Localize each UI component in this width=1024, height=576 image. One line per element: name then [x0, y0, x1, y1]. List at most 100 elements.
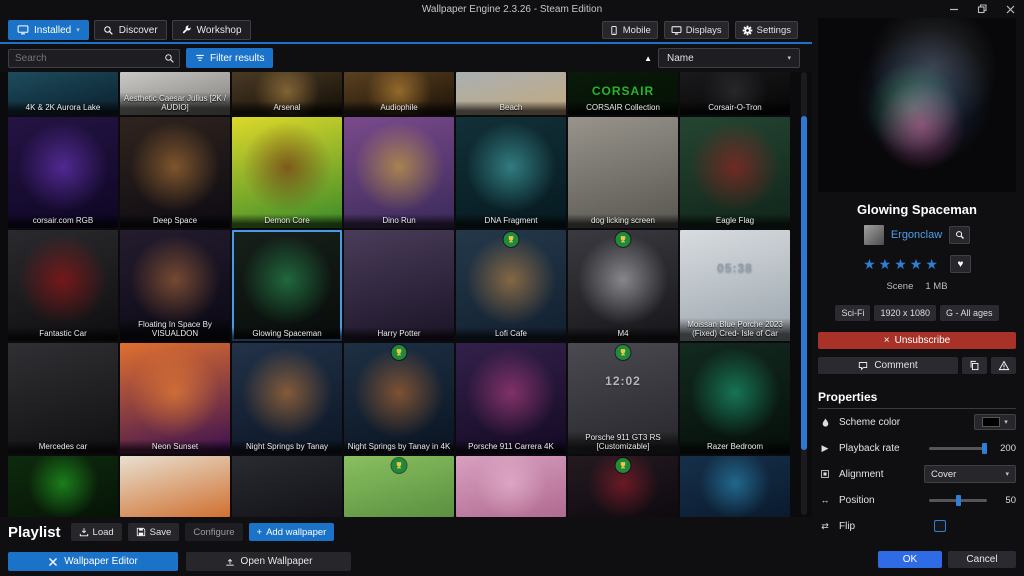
wallpaper-tile[interactable]: Porsche 911 Carrera 4K: [456, 343, 566, 454]
wallpaper-grid-area: 4K & 2K Aurora LakeAesthetic Caesar Juli…: [0, 72, 812, 517]
playback-rate-slider[interactable]: [929, 447, 987, 450]
wallpaper-tile[interactable]: CORSAIRCORSAIR Collection: [568, 72, 678, 115]
property-label: Alignment: [839, 469, 917, 480]
slider-handle[interactable]: [982, 443, 987, 454]
tab-bar: Installed ▾ Discover Workshop Mobile: [0, 18, 812, 44]
wallpaper-label: corsair.com RGB: [8, 214, 118, 228]
wallpaper-tile[interactable]: Night Springs by Tanay: [232, 343, 342, 454]
displays-button[interactable]: Displays: [664, 21, 729, 39]
wallpaper-tile[interactable]: 12:02Porsche 911 GT3 RS [Customizable]: [568, 343, 678, 454]
star-icon[interactable]: ★: [894, 256, 910, 273]
wallpaper-tile[interactable]: corsair.com RGB: [8, 117, 118, 228]
wallpaper-tile[interactable]: Demon Core: [232, 117, 342, 228]
unsubscribe-button[interactable]: × Unsubscribe: [818, 332, 1016, 349]
author-search-button[interactable]: [949, 226, 970, 244]
alignment-dropdown[interactable]: Cover ▾: [924, 465, 1016, 483]
star-icon[interactable]: ★: [910, 256, 926, 273]
ok-button[interactable]: OK: [878, 551, 942, 568]
wallpaper-preview-image: [818, 18, 1016, 192]
report-button[interactable]: [991, 357, 1016, 374]
wallpaper-tile[interactable]: [456, 456, 566, 517]
tab-discover[interactable]: Discover: [94, 20, 167, 40]
wallpaper-tile[interactable]: dog licking screen: [568, 117, 678, 228]
button-label: Load: [93, 527, 114, 538]
restore-button[interactable]: [968, 1, 996, 17]
save-icon: [136, 527, 146, 537]
settings-button[interactable]: Settings: [735, 21, 798, 39]
minimize-button[interactable]: [940, 1, 968, 17]
search-icon[interactable]: [164, 53, 175, 64]
tab-workshop[interactable]: Workshop: [172, 20, 251, 40]
copy-button[interactable]: [962, 357, 987, 374]
wallpaper-tile[interactable]: Aesthetic Caesar Julius [2K / AUDIO]: [120, 72, 230, 115]
sort-direction-button[interactable]: ▲: [644, 54, 652, 63]
wallpaper-tile[interactable]: [232, 456, 342, 517]
wallpaper-label: CORSAIR Collection: [568, 101, 678, 115]
wallpaper-tile[interactable]: [8, 456, 118, 517]
comment-button[interactable]: Comment: [818, 357, 958, 374]
wallpaper-tile[interactable]: Eagle Flag: [680, 117, 790, 228]
wallpaper-tile[interactable]: Mercedes car: [8, 343, 118, 454]
wallpaper-editor-button[interactable]: Wallpaper Editor: [8, 552, 178, 571]
scrollbar-track[interactable]: [801, 72, 807, 515]
filter-results-button[interactable]: Filter results: [186, 48, 273, 68]
position-slider[interactable]: [929, 499, 987, 502]
star-icon[interactable]: ★: [863, 256, 879, 273]
trophy-badge-icon: [392, 345, 407, 360]
scrollbar-thumb[interactable]: [801, 116, 807, 450]
add-wallpaper-button[interactable]: + Add wallpaper: [249, 523, 335, 541]
author-avatar[interactable]: [864, 225, 884, 245]
wallpaper-tile[interactable]: Deep Space: [120, 117, 230, 228]
playlist-load-button[interactable]: Load: [71, 523, 122, 541]
author-link[interactable]: Ergonclaw: [891, 229, 942, 241]
wallpaper-tile[interactable]: Glowing Spaceman: [232, 230, 342, 341]
wallpaper-tile[interactable]: Floating In Space By VISUALDON: [120, 230, 230, 341]
wallpaper-tile[interactable]: Fantastic Car: [8, 230, 118, 341]
flip-checkbox[interactable]: [934, 520, 946, 532]
flip-icon: ⇄: [818, 521, 832, 532]
wallpaper-tile[interactable]: Corsair-O-Tron: [680, 72, 790, 115]
alignment-value: Cover: [931, 469, 956, 480]
mobile-button[interactable]: Mobile: [602, 21, 658, 39]
wallpaper-tile[interactable]: [344, 456, 454, 517]
playlist-save-button[interactable]: Save: [128, 523, 180, 541]
wallpaper-tile[interactable]: Arsenal: [232, 72, 342, 115]
wallpaper-label: Harry Potter: [344, 327, 454, 341]
wallpaper-tile[interactable]: DNA Fragment: [456, 117, 566, 228]
star-icon[interactable]: ★: [879, 256, 895, 273]
wallpaper-tile[interactable]: [120, 456, 230, 517]
tab-installed[interactable]: Installed ▾: [8, 20, 89, 40]
wallpaper-tile[interactable]: Night Springs by Tanay in 4K: [344, 343, 454, 454]
wallpaper-tile[interactable]: Audiophile: [344, 72, 454, 115]
playlist-configure-button[interactable]: Configure: [185, 523, 242, 541]
wallpaper-label: Razer Bedroom: [680, 440, 790, 454]
property-playback-rate: ▶ Playback rate 200: [818, 435, 1016, 461]
favorite-button[interactable]: ♥: [950, 255, 971, 273]
wallpaper-tile[interactable]: Razer Bedroom: [680, 343, 790, 454]
slider-handle[interactable]: [956, 495, 961, 506]
wallpaper-tile[interactable]: [568, 456, 678, 517]
wallpaper-tile[interactable]: 05:38Moissan Blue Porche 2023 (Fixed) Cr…: [680, 230, 790, 341]
browser-pane: Installed ▾ Discover Workshop Mobile: [0, 18, 812, 576]
wallpaper-tile[interactable]: 4K & 2K Aurora Lake: [8, 72, 118, 115]
close-button[interactable]: [996, 1, 1024, 17]
wallpaper-tile[interactable]: [680, 456, 790, 517]
wallpaper-label: Night Springs by Tanay: [232, 440, 342, 454]
cancel-button[interactable]: Cancel: [948, 551, 1016, 568]
star-icon[interactable]: ★: [925, 256, 941, 273]
open-wallpaper-button[interactable]: Open Wallpaper: [186, 552, 351, 571]
property-label: Playback rate: [839, 443, 922, 454]
tag-chip: Sci-Fi: [835, 305, 870, 321]
playlist-bar: Playlist Load Save Configure + Add wallp…: [0, 517, 812, 547]
wallpaper-tile[interactable]: Dino Run: [344, 117, 454, 228]
wallpaper-tile[interactable]: Harry Potter: [344, 230, 454, 341]
wallpaper-tile[interactable]: Neon Sunset: [120, 343, 230, 454]
search-input[interactable]: [9, 53, 164, 64]
speech-bubble-icon: [858, 361, 868, 371]
wallpaper-tile[interactable]: Lofi Cafe: [456, 230, 566, 341]
wallpaper-tile[interactable]: Beach: [456, 72, 566, 115]
scheme-color-picker[interactable]: ▾: [974, 414, 1016, 430]
wallpaper-tile[interactable]: M4: [568, 230, 678, 341]
wallpaper-label: Fantastic Car: [8, 327, 118, 341]
sort-dropdown[interactable]: Name ▾: [658, 48, 800, 68]
